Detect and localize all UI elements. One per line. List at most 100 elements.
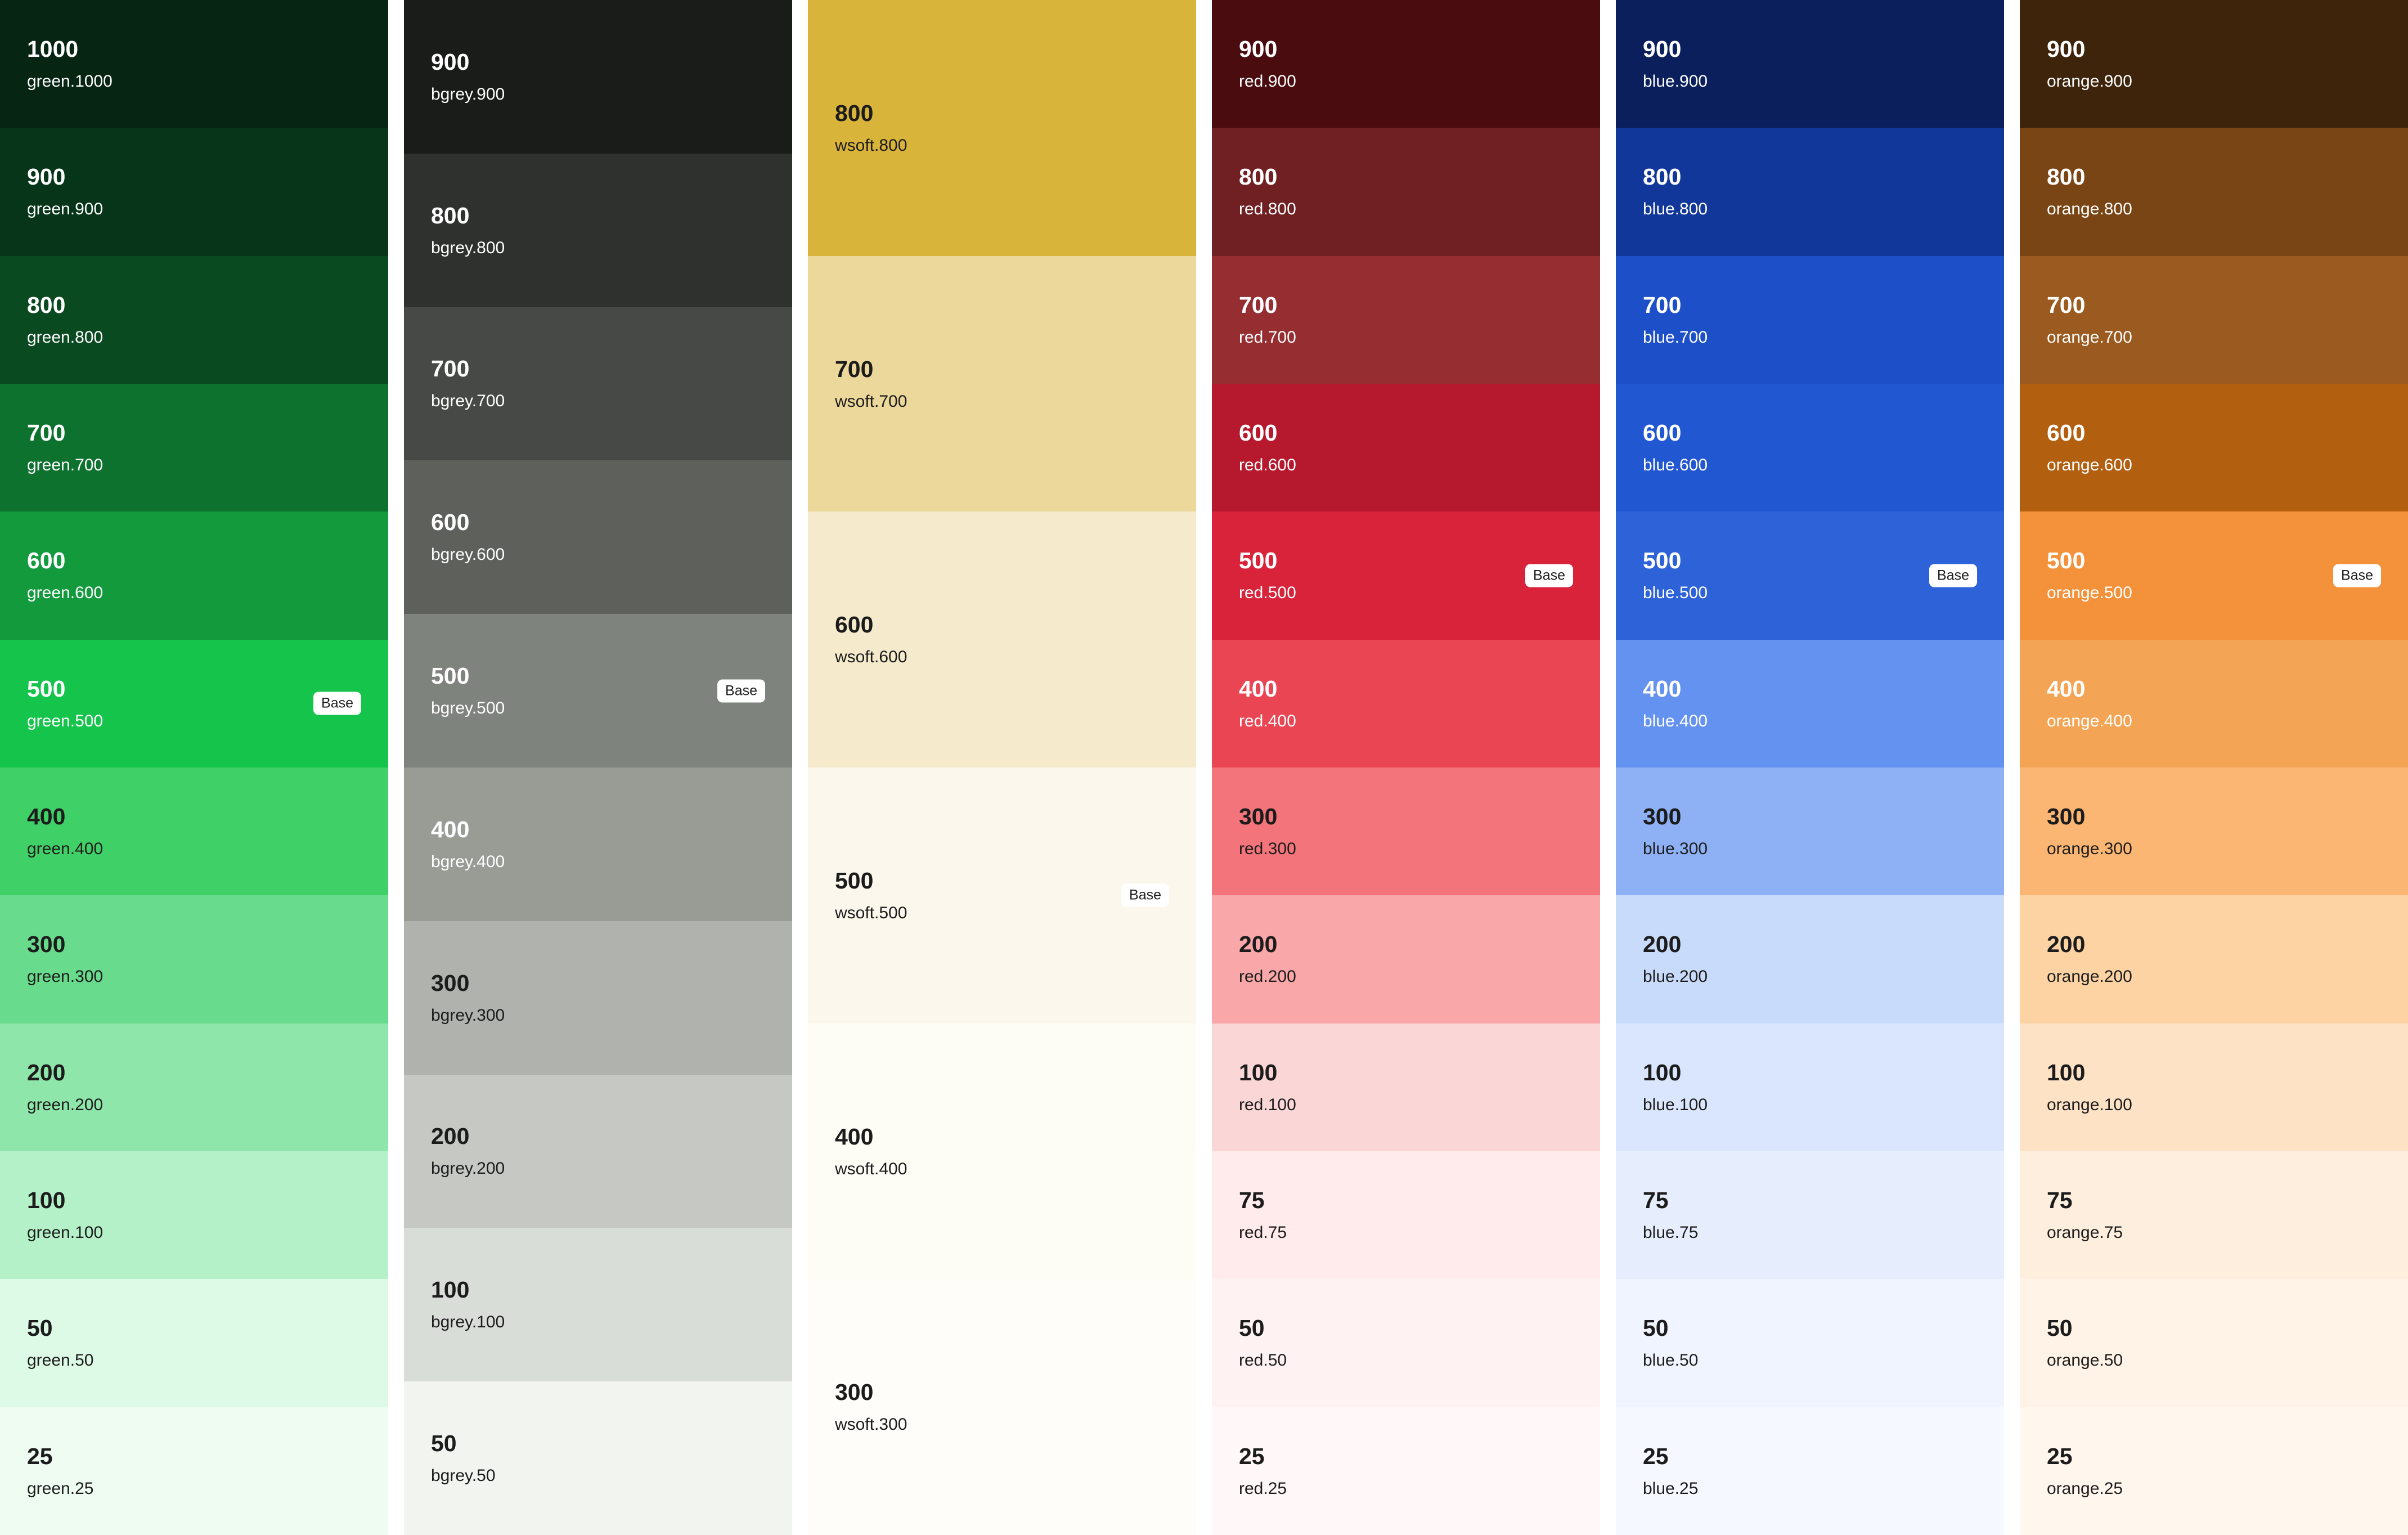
swatch-green-700: 700 green.700	[0, 383, 388, 512]
wsoft-column: 800 wsoft.800 700 wsoft.700 600 wsoft.600 500 w…	[808, 0, 1196, 1535]
swatch-orange-100: 100 orange.100	[2020, 1023, 2408, 1151]
swatch-number: 800	[1239, 164, 1278, 190]
swatch-bgrey-500: 500 bgrey.500 Base	[404, 614, 792, 768]
swatch-number: 300	[431, 970, 470, 996]
swatch-bgrey-50: 50 bgrey.50	[404, 1381, 792, 1535]
swatch-token-name: green.800	[27, 327, 104, 347]
swatch-blue-600: 600 blue.600	[1616, 383, 2004, 512]
swatch-wsoft-300: 300 wsoft.300	[808, 1279, 1196, 1535]
swatch-bgrey-100: 100 bgrey.100	[404, 1228, 792, 1382]
swatch-token-name: red.900	[1239, 72, 1296, 91]
swatch-token-name: red.100	[1239, 1095, 1296, 1114]
swatch-green-400: 400 green.400	[0, 767, 388, 896]
swatch-token-name: orange.25	[2047, 1479, 2123, 1498]
swatch-token-name: orange.400	[2047, 711, 2132, 730]
swatch-number: 400	[2047, 675, 2086, 702]
base-badge: Base	[313, 692, 361, 715]
swatch-token-name: blue.600	[1643, 456, 1708, 475]
swatch-red-200: 200 red.200	[1212, 895, 1600, 1024]
swatch-number: 400	[431, 816, 470, 842]
swatch-orange-300: 300 orange.300	[2020, 767, 2408, 896]
swatch-number: 200	[431, 1123, 470, 1150]
swatch-blue-300: 300 blue.300	[1616, 767, 2004, 896]
swatch-number: 50	[431, 1430, 457, 1457]
swatch-number: 1000	[27, 36, 79, 62]
swatch-blue-900: 900 blue.900	[1616, 0, 2004, 128]
swatch-number: 800	[2047, 164, 2086, 190]
swatch-blue-25: 25 blue.25	[1616, 1407, 2004, 1535]
swatch-token-name: bgrey.300	[431, 1006, 505, 1025]
swatch-token-name: green.200	[27, 1095, 104, 1114]
swatch-bgrey-700: 700 bgrey.700	[404, 307, 792, 461]
swatch-token-name: green.25	[27, 1479, 94, 1498]
swatch-wsoft-800: 800 wsoft.800	[808, 0, 1196, 256]
swatch-number: 300	[27, 931, 66, 958]
swatch-number: 700	[27, 420, 66, 446]
swatch-token-name: green.50	[27, 1351, 94, 1370]
swatch-blue-500: 500 blue.500 Base	[1616, 511, 2004, 640]
swatch-number: 600	[2047, 420, 2086, 446]
swatch-token-name: wsoft.500	[835, 903, 908, 922]
green-column: 1000 green.1000 900 green.900 800 green.800 70…	[0, 0, 388, 1535]
base-badge: Base	[2333, 564, 2381, 587]
swatch-token-name: green.1000	[27, 72, 113, 91]
swatch-blue-75: 75 blue.75	[1616, 1151, 2004, 1280]
swatch-bgrey-600: 600 bgrey.600	[404, 460, 792, 614]
swatch-bgrey-300: 300 bgrey.300	[404, 921, 792, 1075]
swatch-token-name: green.300	[27, 967, 104, 986]
swatch-number: 75	[1643, 1187, 1669, 1214]
swatch-token-name: bgrey.100	[431, 1313, 505, 1332]
swatch-token-name: green.900	[27, 200, 104, 219]
swatch-green-25: 25 green.25	[0, 1407, 388, 1535]
swatch-number: 600	[27, 547, 66, 574]
swatch-token-name: blue.100	[1643, 1095, 1708, 1114]
swatch-number: 100	[27, 1187, 66, 1214]
swatch-red-75: 75 red.75	[1212, 1151, 1600, 1280]
swatch-number: 75	[1239, 1187, 1265, 1214]
swatch-number: 900	[1239, 36, 1278, 62]
swatch-orange-25: 25 orange.25	[2020, 1407, 2408, 1535]
swatch-wsoft-700: 700 wsoft.700	[808, 255, 1196, 512]
swatch-red-900: 900 red.900	[1212, 0, 1600, 128]
swatch-green-50: 50 green.50	[0, 1279, 388, 1407]
swatch-number: 200	[1643, 931, 1682, 958]
swatch-green-100: 100 green.100	[0, 1151, 388, 1280]
swatch-number: 800	[27, 291, 66, 318]
swatch-number: 400	[1643, 675, 1682, 702]
swatch-number: 50	[1239, 1315, 1265, 1341]
swatch-green-600: 600 green.600	[0, 511, 388, 640]
swatch-number: 600	[431, 509, 470, 536]
swatch-token-name: bgrey.50	[431, 1466, 496, 1485]
red-column: 900 red.900 800 red.800 700 red.700 600 red.600…	[1212, 0, 1600, 1535]
swatch-token-name: bgrey.900	[431, 84, 505, 104]
swatch-number: 700	[431, 356, 470, 382]
swatch-red-700: 700 red.700	[1212, 255, 1600, 384]
swatch-number: 50	[2047, 1315, 2073, 1341]
swatch-token-name: green.700	[27, 456, 104, 475]
swatch-number: 100	[1239, 1059, 1278, 1085]
swatch-number: 200	[2047, 931, 2086, 958]
swatch-orange-700: 700 orange.700	[2020, 255, 2408, 384]
swatch-token-name: red.800	[1239, 200, 1296, 219]
swatch-token-name: orange.500	[2047, 584, 2132, 603]
swatch-token-name: blue.800	[1643, 200, 1708, 219]
swatch-green-800: 800 green.800	[0, 255, 388, 384]
swatch-red-25: 25 red.25	[1212, 1407, 1600, 1535]
swatch-token-name: red.600	[1239, 456, 1296, 475]
swatch-token-name: red.300	[1239, 840, 1296, 859]
swatch-number: 400	[1239, 675, 1278, 702]
swatch-number: 600	[835, 612, 874, 638]
swatch-red-600: 600 red.600	[1212, 383, 1600, 512]
swatch-token-name: wsoft.700	[835, 392, 908, 411]
swatch-token-name: orange.300	[2047, 840, 2132, 859]
swatch-token-name: green.500	[27, 711, 104, 730]
swatch-orange-600: 600 orange.600	[2020, 383, 2408, 512]
swatch-number: 800	[431, 202, 470, 228]
swatch-wsoft-500: 500 wsoft.500 Base	[808, 768, 1196, 1024]
swatch-wsoft-600: 600 wsoft.600	[808, 511, 1196, 768]
swatch-number: 600	[1239, 420, 1278, 446]
swatch-number: 600	[1643, 420, 1682, 446]
swatch-token-name: wsoft.600	[835, 648, 908, 667]
swatch-number: 700	[835, 356, 874, 382]
swatch-token-name: bgrey.200	[431, 1159, 505, 1178]
